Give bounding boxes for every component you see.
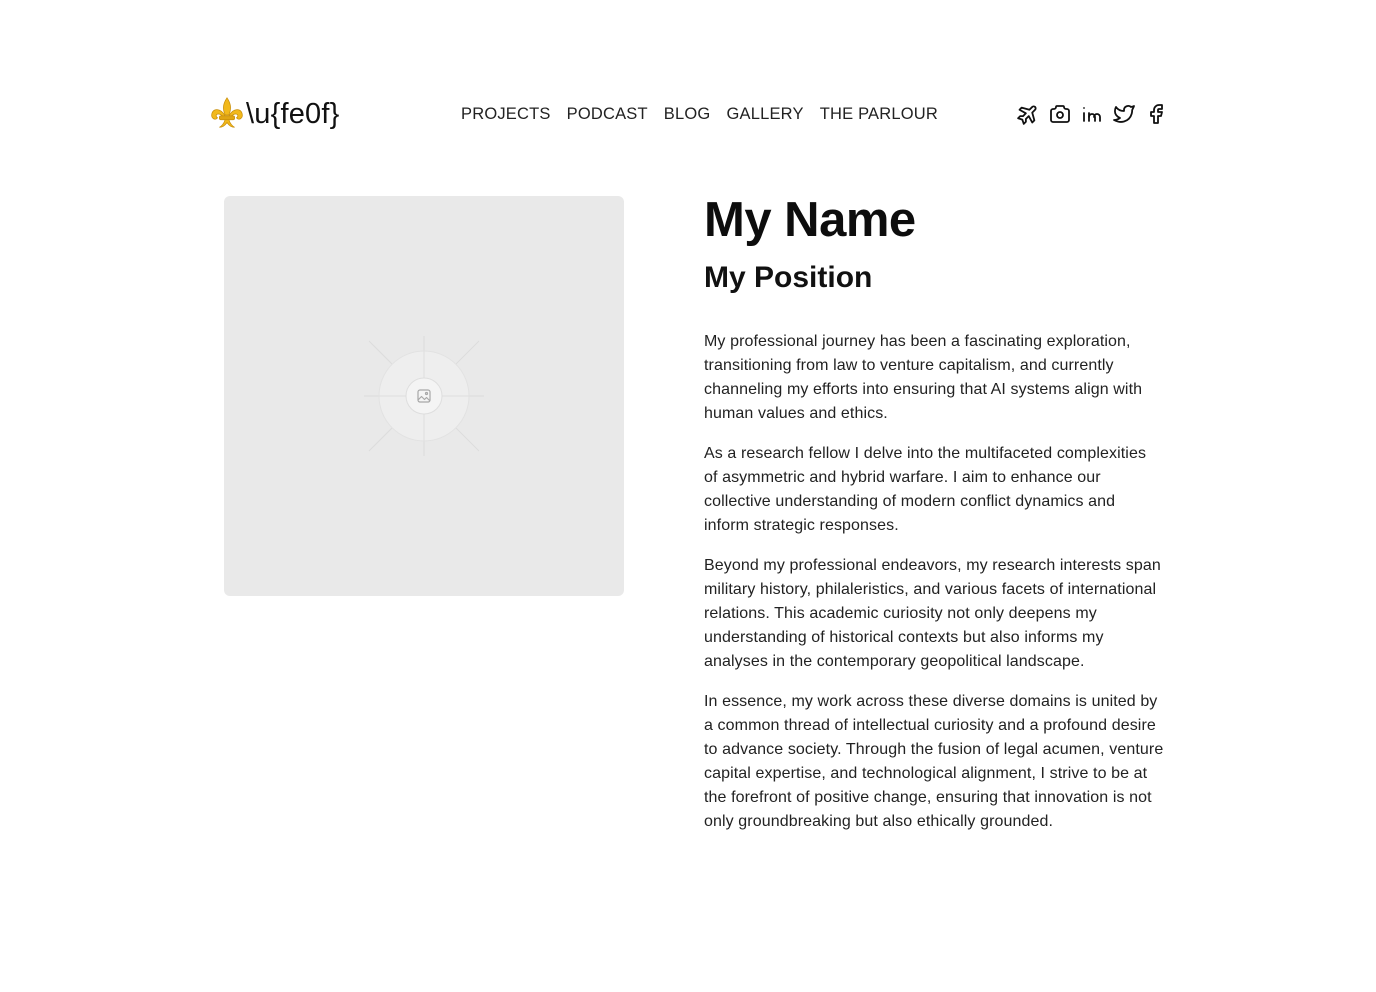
bio-paragraph: Beyond my professional endeavors, my res…: [704, 557, 1161, 670]
image-placeholder-icon: [364, 336, 484, 456]
linkedin-icon: [1083, 107, 1101, 122]
nav-link-blog[interactable]: BLOG: [664, 105, 711, 124]
nav-link-the-parlour[interactable]: THE PARLOUR: [820, 105, 938, 124]
nav-link-gallery[interactable]: GALLERY: [726, 105, 803, 124]
linkedin-link[interactable]: [1080, 102, 1104, 126]
profile-image-placeholder: [224, 196, 624, 596]
social-links: [1016, 92, 1168, 136]
plane-icon: [1017, 105, 1037, 125]
twitter-link[interactable]: [1112, 102, 1136, 126]
camera-icon: [1050, 105, 1070, 123]
site-header: \u{fe0f} PROJECTS PODCAST BLOG GALLERY T…: [208, 92, 1168, 136]
bio-paragraph: As a research fellow I delve into the mu…: [704, 445, 1147, 534]
logo-text: \u{fe0f}: [246, 98, 340, 130]
profile-content: My Name My Position My professional jour…: [704, 188, 1164, 850]
facebook-link[interactable]: [1144, 102, 1168, 126]
nav-link-podcast[interactable]: PODCAST: [567, 105, 648, 124]
fleur-de-lis-icon: [211, 97, 243, 128]
main-nav: PROJECTS PODCAST BLOG GALLERY THE PARLOU…: [461, 92, 938, 136]
nav-link-projects[interactable]: PROJECTS: [461, 105, 551, 124]
facebook-icon: [1150, 104, 1163, 124]
camera-link[interactable]: [1048, 102, 1072, 126]
bio-paragraph: My professional journey has been a fasci…: [704, 333, 1143, 422]
page: \u{fe0f} PROJECTS PODCAST BLOG GALLERY T…: [0, 0, 1376, 992]
twitter-icon: [1113, 105, 1135, 123]
profile-position: My Position: [704, 261, 873, 294]
profile-bio: My professional journey has been a fasci…: [704, 330, 1164, 834]
plane-link[interactable]: [1016, 102, 1040, 126]
profile-name: My Name: [704, 193, 916, 247]
logo-link[interactable]: \u{fe0f}: [208, 92, 340, 136]
bio-paragraph: In essence, my work across these diverse…: [704, 693, 1164, 830]
